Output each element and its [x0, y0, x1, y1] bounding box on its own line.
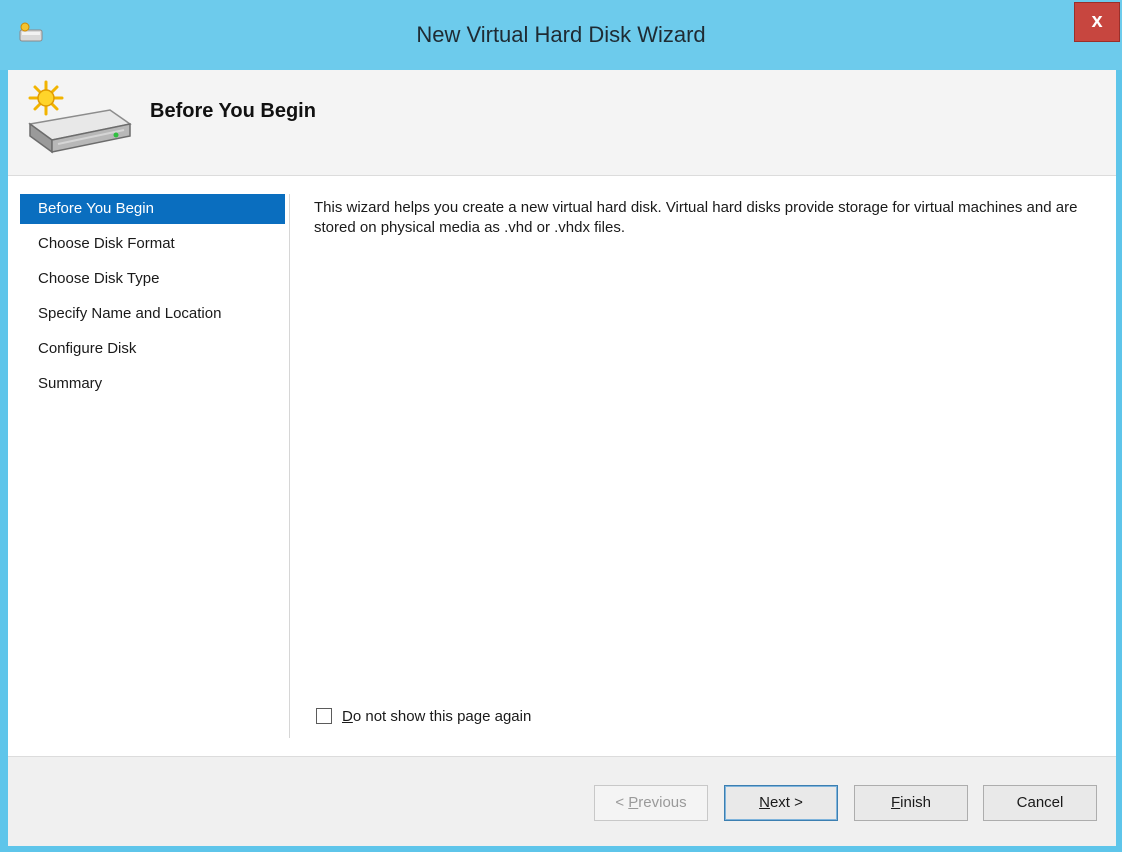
step-summary[interactable]: Summary: [20, 369, 285, 399]
window-title: New Virtual Hard Disk Wizard: [416, 22, 706, 47]
previous-button[interactable]: < Previous: [594, 785, 708, 821]
wizard-description: This wizard helps you create a new virtu…: [314, 199, 1078, 236]
finish-button[interactable]: Finish: [854, 785, 968, 821]
wizard-steps-nav: [8, 176, 288, 740]
step-choose-disk-type[interactable]: Choose Disk Type: [20, 264, 285, 294]
next-button[interactable]: Next >: [724, 785, 838, 821]
step-choose-disk-format[interactable]: Choose Disk Format: [20, 229, 285, 259]
close-button[interactable]: x: [1074, 2, 1120, 42]
do-not-show-again-checkbox[interactable]: [316, 708, 332, 724]
step-before-you-begin[interactable]: Before You Begin: [20, 194, 285, 224]
step-specify-name-and-location[interactable]: Specify Name and Location: [20, 299, 285, 329]
wizard-window: New Virtual Hard Disk Wizard x Before Yo…: [0, 0, 1122, 852]
nav-divider: [289, 194, 290, 738]
do-not-show-again-option[interactable]: Do not show this page again: [316, 706, 531, 726]
cancel-button[interactable]: Cancel: [983, 785, 1097, 821]
title-bar[interactable]: New Virtual Hard Disk Wizard x: [0, 0, 1122, 70]
page-title: Before You Begin: [150, 100, 316, 122]
wizard-header: Before You Begin: [8, 70, 1116, 176]
hard-disk-new-icon: [28, 80, 132, 154]
wizard-footer: < Previous Next > Finish Cancel: [8, 756, 1116, 846]
do-not-show-again-label: Do not show this page again: [342, 707, 532, 725]
step-configure-disk[interactable]: Configure Disk: [20, 334, 285, 364]
close-icon: x: [1091, 10, 1103, 32]
wizard-client-area: Before You Begin Before You Begin Choose…: [8, 70, 1116, 846]
